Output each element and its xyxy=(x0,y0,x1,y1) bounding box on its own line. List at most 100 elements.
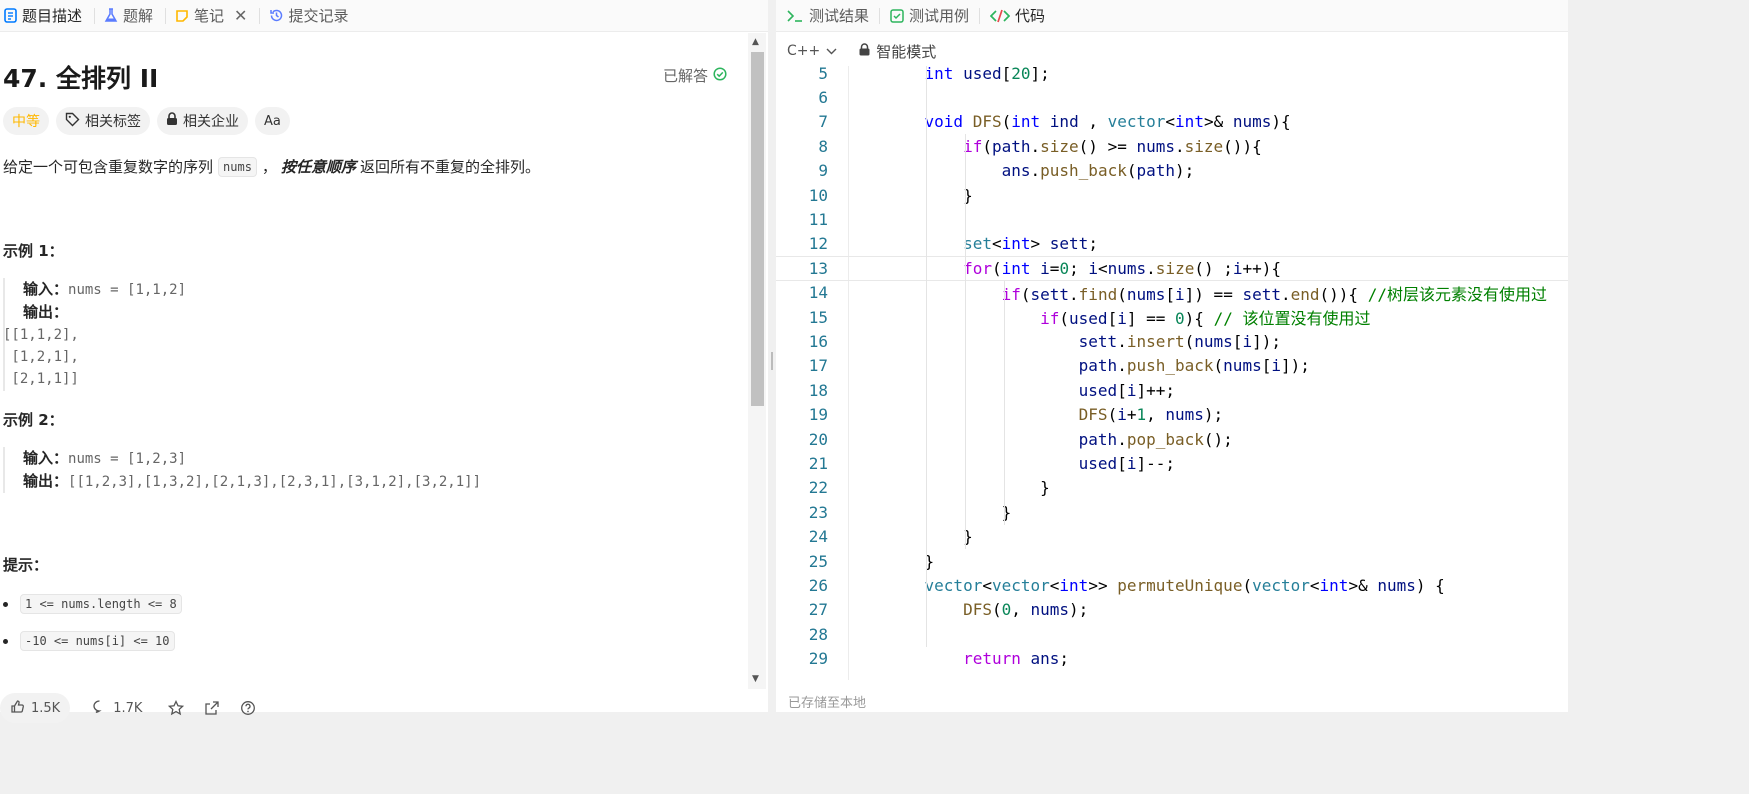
line-number: 6 xyxy=(818,88,828,108)
related-tags-label: 相关标签 xyxy=(85,114,141,130)
indent-guide xyxy=(965,134,966,549)
solved-status: 已解答 xyxy=(663,65,727,86)
code-line[interactable]: 16 sett.insert(nums[i]); xyxy=(776,329,1568,353)
ex1-input-label: 输入： xyxy=(23,280,69,298)
lock-icon xyxy=(166,112,178,130)
code-line[interactable]: 29 return ans; xyxy=(776,647,1568,671)
code-text: return ans; xyxy=(963,649,1070,669)
tab-test-result[interactable]: 测试结果 xyxy=(786,0,869,32)
tag-icon xyxy=(65,112,80,131)
code-line[interactable]: 22 } xyxy=(776,476,1568,500)
tab-solutions[interactable]: 题解 xyxy=(101,0,159,32)
difficulty-badge: 中等 xyxy=(3,107,49,135)
code-line[interactable]: 12 set<int> sett; xyxy=(776,232,1568,256)
problem-title[interactable]: 47. 全排列 II xyxy=(3,59,158,95)
code-line[interactable]: 13 for(int i=0; i<nums.size() ;i++){ xyxy=(776,256,1568,281)
flask-icon xyxy=(103,8,119,24)
tab-divider xyxy=(165,7,167,24)
code-text: set<int> sett; xyxy=(963,234,1098,254)
share-icon[interactable] xyxy=(200,700,224,716)
code-line[interactable]: 26 vector<vector<int>> permuteUnique(vec… xyxy=(776,573,1568,597)
code-line[interactable]: 8 if(path.size() >= nums.size()){ xyxy=(776,134,1568,158)
line-number: 12 xyxy=(808,234,828,254)
line-number: 20 xyxy=(808,429,828,449)
tab-description[interactable]: 题目描述 xyxy=(0,0,88,32)
hint-item: -10 <= nums[i] <= 10 xyxy=(3,631,180,651)
related-tags-button[interactable]: 相关标签 xyxy=(56,107,150,135)
tab-description-label: 题目描述 xyxy=(22,7,83,25)
code-line[interactable]: 21 used[i]--; xyxy=(776,451,1568,475)
line-number: 19 xyxy=(808,405,828,425)
example-2-block: 输入：nums = [1,2,3] 输出：[[1,2,3],[1,3,2],[2… xyxy=(3,447,481,493)
tab-divider xyxy=(979,7,981,24)
close-icon[interactable]: ✕ xyxy=(234,6,247,25)
ex1-output-label: 输出： xyxy=(23,303,69,321)
code-line[interactable]: 7 void DFS(int ind , vector<int>& nums){ xyxy=(776,110,1568,134)
line-number: 27 xyxy=(808,600,828,620)
code-line[interactable]: 5 int used[20]; xyxy=(776,66,1568,85)
tab-divider xyxy=(259,7,261,24)
ex2-input-value: nums = [1,2,3] xyxy=(68,451,187,467)
scroll-up-arrow-icon[interactable]: ▲ xyxy=(752,37,759,47)
problem-actions-bar: 1.5K 1.7K xyxy=(0,690,748,723)
code-line[interactable]: 17 path.push_back(nums[i]); xyxy=(776,354,1568,378)
hint-item: 1 <= nums.length <= 8 xyxy=(3,594,187,614)
favorite-star-icon[interactable] xyxy=(164,700,188,716)
code-line[interactable]: 27 DFS(0, nums); xyxy=(776,598,1568,622)
code-line[interactable]: 24 } xyxy=(776,525,1568,549)
code-text: path.push_back(nums[i]); xyxy=(1078,356,1310,376)
code-line[interactable]: 15 if(used[i] == 0){ // 该位置没有使用过 xyxy=(776,305,1568,329)
like-button[interactable]: 1.5K xyxy=(0,693,71,723)
code-text: int used[20]; xyxy=(924,66,1050,83)
tab-submissions-label: 提交记录 xyxy=(288,7,349,25)
ex2-output-label: 输出： xyxy=(23,472,69,490)
ex2-output-value: [[1,2,3],[1,3,2],[2,1,3],[2,3,1],[3,1,2]… xyxy=(68,474,482,490)
tab-notes[interactable]: 笔记 ✕ xyxy=(172,0,253,32)
line-number: 18 xyxy=(808,380,828,400)
tab-submissions[interactable]: 提交记录 xyxy=(266,0,354,32)
smart-mode-label: 智能模式 xyxy=(876,42,937,61)
solved-label: 已解答 xyxy=(663,67,709,85)
code-line[interactable]: 28 xyxy=(776,622,1568,646)
problem-tags: 中等 相关标签 相关企业 Aa xyxy=(3,107,290,135)
code-line[interactable]: 11 xyxy=(776,207,1568,231)
scroll-down-arrow-icon[interactable]: ▼ xyxy=(752,674,759,684)
scrollbar-thumb[interactable] xyxy=(751,52,764,406)
code-text: if(used[i] == 0){ // 该位置没有使用过 xyxy=(1040,309,1371,329)
pane-splitter[interactable] xyxy=(768,0,776,712)
code-line[interactable]: 25 } xyxy=(776,549,1568,573)
tab-divider xyxy=(94,7,96,24)
language-select[interactable]: C++ xyxy=(787,43,837,59)
line-number: 8 xyxy=(818,136,828,156)
tab-code[interactable]: 代码 xyxy=(990,0,1045,32)
code-text: if(sett.find(nums[i]) == sett.end()){ //… xyxy=(1001,284,1547,304)
line-number: 25 xyxy=(808,551,828,571)
example-1-heading: 示例 1： xyxy=(3,242,64,260)
comment-icon xyxy=(92,699,107,718)
problem-content: 47. 全排列 II 已解答 中等 相关标签 相关企业 Aa 给定一个可包含重复… xyxy=(0,33,748,689)
code-line[interactable]: 9 ans.push_back(path); xyxy=(776,159,1568,183)
code-line[interactable]: 6 xyxy=(776,85,1568,109)
help-icon[interactable] xyxy=(236,700,260,716)
editor-toolbar: C++ 智能模式 xyxy=(776,36,936,66)
code-text: } xyxy=(886,527,973,547)
problem-tabs: 题目描述 题解 笔记 ✕ 提交记录 xyxy=(0,0,768,32)
code-line[interactable]: 10 } xyxy=(776,183,1568,207)
hint-code: -10 <= nums[i] <= 10 xyxy=(20,631,175,651)
comments-button[interactable]: 1.7K xyxy=(82,693,152,723)
code-line[interactable]: 18 used[i]++; xyxy=(776,378,1568,402)
tab-solutions-label: 题解 xyxy=(123,7,154,25)
splitter-grip-icon[interactable] xyxy=(771,352,773,370)
code-editor[interactable]: 5 int used[20]; 6 7 void DFS(int ind , vec… xyxy=(776,66,1568,680)
code-line[interactable]: 19 DFS(i+1, nums); xyxy=(776,403,1568,427)
related-companies-button[interactable]: 相关企业 xyxy=(157,107,248,135)
code-line[interactable]: 14 if(sett.find(nums[i]) == sett.end()){… xyxy=(776,281,1568,305)
code-line[interactable]: 20 path.pop_back(); xyxy=(776,427,1568,451)
lock-icon xyxy=(859,42,870,60)
translate-button[interactable]: Aa xyxy=(255,107,290,135)
tab-testcase[interactable]: 测试用例 xyxy=(890,0,969,32)
code-line[interactable]: 23 } xyxy=(776,500,1568,524)
hint-code: 1 <= nums.length <= 8 xyxy=(20,594,182,614)
smart-mode-toggle[interactable]: 智能模式 xyxy=(859,41,936,62)
line-number: 5 xyxy=(818,66,828,83)
